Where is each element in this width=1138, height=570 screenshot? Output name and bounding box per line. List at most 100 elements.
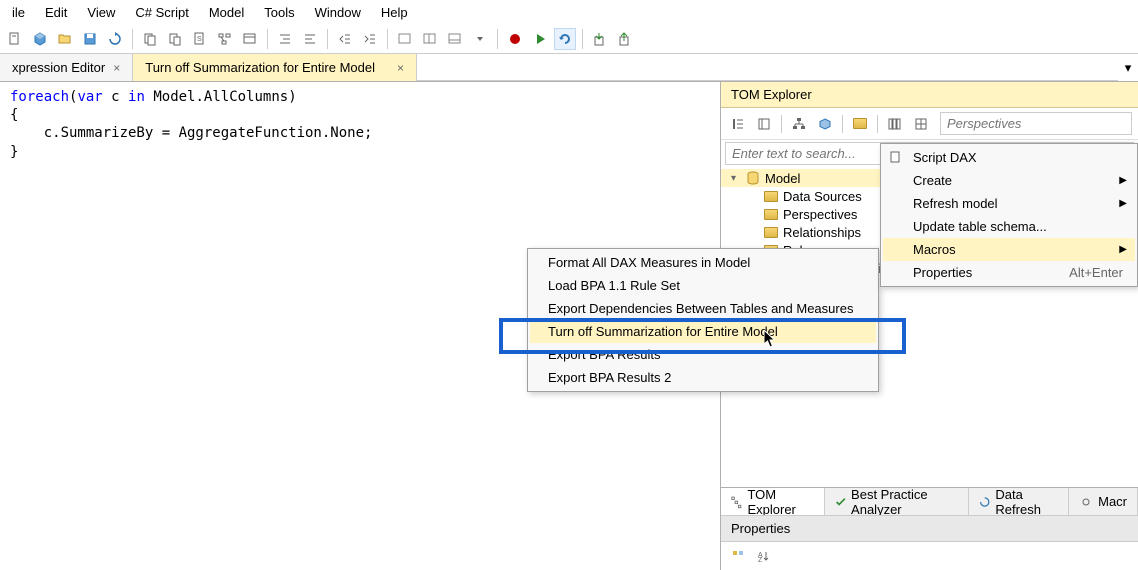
macro-export-bpa2[interactable]: Export BPA Results 2	[530, 366, 876, 389]
tab-label: Macr	[1098, 494, 1127, 509]
tab-label: Best Practice Analyzer	[851, 487, 958, 517]
paste-icon[interactable]	[164, 28, 186, 50]
database-icon	[745, 170, 761, 186]
refresh-icon[interactable]	[104, 28, 126, 50]
macro-export-bpa[interactable]: Export BPA Results	[530, 343, 876, 366]
ctx-script-dax[interactable]: Script DAX	[883, 146, 1135, 169]
ctx-create[interactable]: Create ▶	[883, 169, 1135, 192]
macro-load-bpa[interactable]: Load BPA 1.1 Rule Set	[530, 274, 876, 297]
sort-icon[interactable]: AZ	[752, 545, 774, 567]
ctx-refresh-model[interactable]: Refresh model ▶	[883, 192, 1135, 215]
gear-icon	[1079, 495, 1093, 509]
close-icon[interactable]: ×	[397, 61, 404, 75]
tree-label: Data Sources	[783, 189, 862, 204]
tab-label: TOM Explorer	[747, 487, 813, 517]
indent-left-icon[interactable]	[274, 28, 296, 50]
columns-icon[interactable]	[884, 113, 906, 135]
outdent-icon[interactable]	[334, 28, 356, 50]
submenu-arrow-icon: ▶	[1119, 198, 1127, 209]
menu-help[interactable]: Help	[371, 2, 418, 23]
view-detail-icon[interactable]	[753, 113, 775, 135]
cube-small-icon[interactable]	[814, 113, 836, 135]
code-editor[interactable]: foreach(var c in Model.AllColumns) { c.S…	[0, 82, 720, 167]
script-icon	[889, 150, 905, 166]
folder-icon	[763, 206, 779, 222]
expand-icon[interactable]: ▾	[731, 173, 741, 184]
view-list-icon[interactable]	[727, 113, 749, 135]
properties-panel: Properties AZ	[721, 515, 1138, 570]
menu-view[interactable]: View	[77, 2, 125, 23]
tom-toolbar	[721, 108, 1138, 140]
menubar: ile Edit View C# Script Model Tools Wind…	[0, 0, 1138, 24]
tab-label: Turn off Summarization for Entire Model	[145, 60, 375, 75]
import-icon[interactable]	[589, 28, 611, 50]
svg-text:Z: Z	[758, 557, 763, 563]
ctx-update-schema[interactable]: Update table schema...	[883, 215, 1135, 238]
script-icon[interactable]: S	[189, 28, 211, 50]
tab-bpa[interactable]: Best Practice Analyzer	[825, 488, 969, 515]
ctx-label: Create	[913, 173, 952, 188]
submenu-arrow-icon: ▶	[1119, 244, 1127, 255]
tab-dropdown-icon[interactable]: ▾	[1118, 54, 1138, 81]
macro-export-deps[interactable]: Export Dependencies Between Tables and M…	[530, 297, 876, 320]
document-tabs: xpression Editor × Turn off Summarizatio…	[0, 54, 1138, 82]
properties-toolbar: AZ	[721, 542, 1138, 570]
context-menu: Script DAX Create ▶ Refresh model ▶ Upda…	[880, 143, 1138, 287]
save-icon[interactable]	[79, 28, 101, 50]
grid-icon[interactable]	[910, 113, 932, 135]
tab-tom-explorer[interactable]: TOM Explorer	[721, 488, 825, 515]
record-icon[interactable]	[504, 28, 526, 50]
indent-right-icon[interactable]	[299, 28, 321, 50]
undo-icon[interactable]	[554, 28, 576, 50]
menu-edit[interactable]: Edit	[35, 2, 77, 23]
indent-icon[interactable]	[359, 28, 381, 50]
ctx-label: Update table schema...	[913, 219, 1047, 234]
tab-macros[interactable]: Macr	[1069, 488, 1138, 515]
dropdown-icon[interactable]	[469, 28, 491, 50]
categorize-icon[interactable]	[727, 545, 749, 567]
svg-text:S: S	[197, 36, 202, 43]
window-icon[interactable]	[239, 28, 261, 50]
ctx-macros[interactable]: Macros ▶	[883, 238, 1135, 261]
hierarchy-icon[interactable]	[788, 113, 810, 135]
macro-format-dax[interactable]: Format All DAX Measures in Model	[530, 251, 876, 274]
menu-file[interactable]: ile	[2, 2, 35, 23]
ctx-properties[interactable]: Properties Alt+Enter	[883, 261, 1135, 284]
refresh-icon	[979, 495, 990, 509]
macros-submenu: Format All DAX Measures in Model Load BP…	[527, 248, 879, 392]
copy-icon[interactable]	[139, 28, 161, 50]
menu-window[interactable]: Window	[305, 2, 371, 23]
tree-icon[interactable]	[214, 28, 236, 50]
new-file-icon[interactable]	[4, 28, 26, 50]
folder-icon[interactable]	[849, 113, 871, 135]
ctx-label: Macros	[913, 242, 956, 257]
properties-title: Properties	[721, 515, 1138, 542]
tab-expression-editor[interactable]: xpression Editor ×	[0, 54, 133, 81]
shortcut-label: Alt+Enter	[1069, 265, 1123, 280]
tab-turnoff-summarization[interactable]: Turn off Summarization for Entire Model …	[133, 54, 417, 81]
panel2-icon[interactable]	[419, 28, 441, 50]
tree-label: Model	[765, 171, 800, 186]
tree-icon	[731, 495, 742, 509]
perspectives-input[interactable]	[940, 112, 1132, 135]
menu-model[interactable]: Model	[199, 2, 254, 23]
folder-icon	[763, 224, 779, 240]
main-toolbar: S	[0, 24, 1138, 54]
cube-icon[interactable]	[29, 28, 51, 50]
panel1-icon[interactable]	[394, 28, 416, 50]
menu-tools[interactable]: Tools	[254, 2, 304, 23]
play-icon[interactable]	[529, 28, 551, 50]
tree-label: Perspectives	[783, 207, 857, 222]
folder-icon	[763, 188, 779, 204]
tab-label: Data Refresh	[995, 487, 1058, 517]
tree-label: Relationships	[783, 225, 861, 240]
menu-csharp-script[interactable]: C# Script	[125, 2, 198, 23]
export-icon[interactable]	[614, 28, 636, 50]
panel3-icon[interactable]	[444, 28, 466, 50]
macro-turnoff-summarization[interactable]: Turn off Summarization for Entire Model	[530, 320, 876, 343]
panel-title: TOM Explorer	[721, 82, 1138, 108]
close-icon[interactable]: ×	[113, 61, 120, 75]
tab-label: xpression Editor	[12, 60, 105, 75]
tab-datarefresh[interactable]: Data Refresh	[969, 488, 1069, 515]
open-icon[interactable]	[54, 28, 76, 50]
